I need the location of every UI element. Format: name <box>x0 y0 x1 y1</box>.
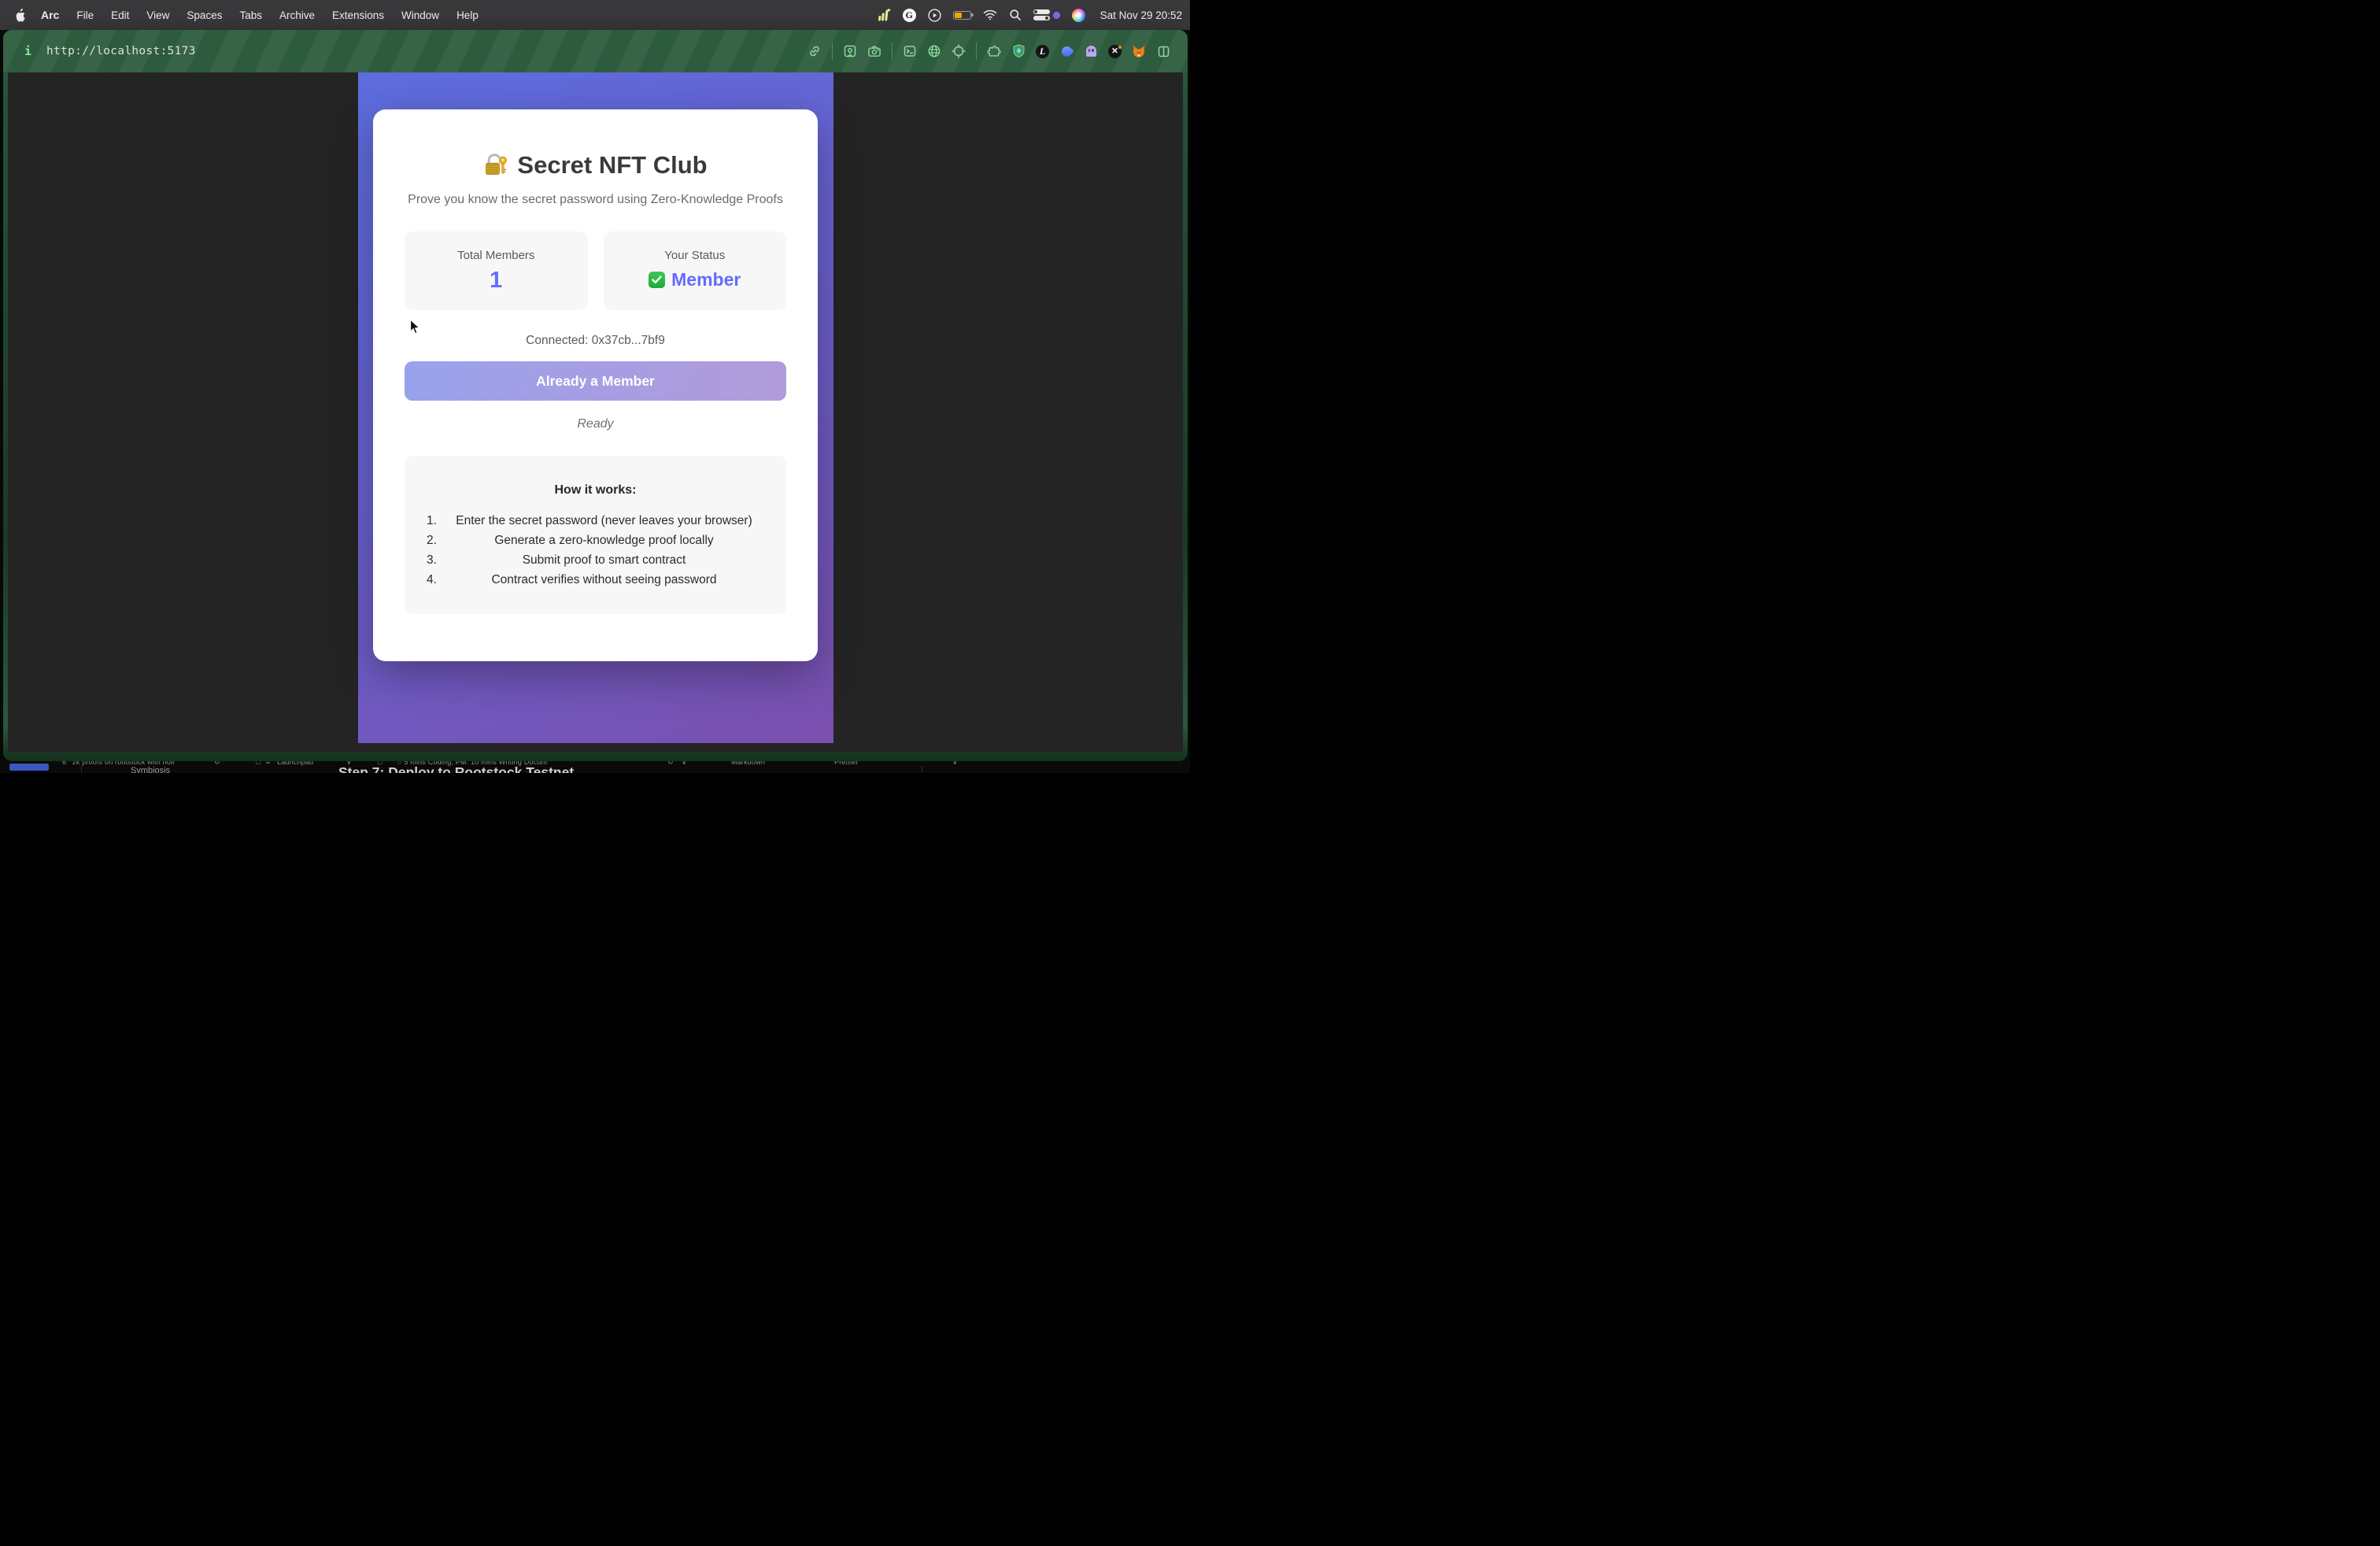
menu-item-arc[interactable]: Arc <box>32 9 68 21</box>
background-doc-heading: Step 7: Deploy to Rootstock Testnet <box>338 764 574 773</box>
toolbar-fragment: Launchpad <box>277 761 313 766</box>
toolbar-fragment: ∨ <box>682 761 687 767</box>
background-toolbar-row: 6 zk proofs on rootstock with noir ↻ □ ≡… <box>0 761 1190 767</box>
menu-item-extensions[interactable]: Extensions <box>323 9 393 21</box>
globe-icon[interactable] <box>927 44 941 58</box>
green-check-icon <box>649 272 665 288</box>
menu-bar-clock[interactable]: Sat Nov 29 20:52 <box>1100 9 1182 21</box>
menu-item-archive[interactable]: Archive <box>271 9 323 21</box>
adguard-shield-icon[interactable] <box>1011 44 1026 58</box>
step-text: Contract verifies without seeing passwor… <box>445 572 786 587</box>
step-text: Submit proof to smart contract <box>445 553 786 568</box>
mouse-cursor <box>409 319 421 335</box>
background-pane-label: Symbiosis <box>131 766 170 773</box>
background-editor-window[interactable]: 6 zk proofs on rootstock with noir ↻ □ ≡… <box>0 761 1190 773</box>
page-viewport: Secret NFT Club Prove you know the secre… <box>8 72 1183 753</box>
toolbar-divider <box>832 43 833 60</box>
browser-toolbar: L ✕ <box>808 43 1170 60</box>
menu-item-edit[interactable]: Edit <box>102 9 138 21</box>
toolbar-fragment: Markdown <box>731 761 765 766</box>
battery-icon[interactable] <box>953 11 971 20</box>
menu-item-help[interactable]: Help <box>448 9 487 21</box>
toolbar-divider <box>976 43 977 60</box>
page-title: Secret NFT Club <box>373 109 818 179</box>
toolbar-fragment: ∨ <box>952 761 958 767</box>
toolbar-fragment: □ <box>256 761 261 766</box>
how-it-works-box: How it works: 1. Enter the secret passwo… <box>405 456 786 614</box>
terminal-icon[interactable] <box>903 44 917 58</box>
step-text: Enter the secret password (never leaves … <box>445 513 786 528</box>
toolbar-fragment: ↻ <box>214 761 220 767</box>
menu-item-window[interactable]: Window <box>393 9 448 21</box>
total-members-value: 1 <box>405 268 588 293</box>
locked-with-key-icon <box>483 153 508 178</box>
how-it-works-title: How it works: <box>405 456 786 497</box>
macos-menu-bar: Arc File Edit View Spaces Tabs Archive E… <box>0 0 1190 30</box>
target-icon[interactable] <box>952 44 966 58</box>
apple-logo-icon[interactable] <box>14 8 26 22</box>
ghostery-icon[interactable] <box>1084 44 1098 58</box>
menu-item-spaces[interactable]: Spaces <box>178 9 231 21</box>
metamask-fox-icon[interactable] <box>1132 44 1146 58</box>
step-text: Generate a zero-knowledge proof locally <box>445 533 786 548</box>
page-title-text: Secret NFT Club <box>517 150 707 179</box>
total-members-box: Total Members 1 <box>405 231 588 310</box>
status-text: Ready <box>373 417 818 431</box>
step-number: 2. <box>405 533 445 548</box>
menu-item-view[interactable]: View <box>138 9 178 21</box>
media-play-icon[interactable] <box>928 9 941 22</box>
total-members-label: Total Members <box>405 231 588 262</box>
your-status-box: Your Status Member <box>604 231 787 310</box>
how-step-4: 4. Contract verifies without seeing pass… <box>405 572 786 587</box>
loom-icon[interactable]: L <box>1036 45 1049 58</box>
toolbar-fragment: 6 <box>62 761 66 766</box>
split-view-icon[interactable] <box>1156 44 1170 58</box>
extensions-puzzle-icon[interactable] <box>987 44 1001 58</box>
notification-dot <box>1053 12 1060 19</box>
menu-item-file[interactable]: File <box>68 9 102 21</box>
toolbar-fragment: ≡ <box>266 761 270 766</box>
siri-icon[interactable] <box>1072 9 1085 22</box>
wifi-icon[interactable] <box>983 9 997 20</box>
how-step-3: 3. Submit proof to smart contract <box>405 553 786 568</box>
link-icon[interactable] <box>808 44 822 58</box>
toolbar-divider <box>892 43 893 60</box>
how-step-2: 2. Generate a zero-knowledge proof local… <box>405 533 786 548</box>
step-number: 3. <box>405 553 445 568</box>
stats-row: Total Members 1 Your Status Member <box>405 231 786 310</box>
image-icon[interactable] <box>843 44 857 58</box>
step-number: 1. <box>405 513 445 528</box>
your-status-value: Member <box>671 269 741 290</box>
grammarly-icon[interactable]: G <box>903 9 916 22</box>
arc-browser-window: i http://localhost:5173 <box>3 30 1188 761</box>
how-step-1: 1. Enter the secret password (never leav… <box>405 513 786 528</box>
control-center-icon[interactable] <box>1033 9 1060 20</box>
browser-header: i http://localhost:5173 <box>3 30 1188 72</box>
toolbar-fragment: ↻ <box>667 761 674 767</box>
site-info-icon[interactable]: i <box>24 44 31 58</box>
your-status-label: Your Status <box>604 231 787 262</box>
step-number: 4. <box>405 572 445 587</box>
connected-address: Connected: 0x37cb...7bf9 <box>373 334 818 348</box>
screen: Arc File Edit View Spaces Tabs Archive E… <box>0 0 1190 773</box>
already-member-button[interactable]: Already a Member <box>405 361 786 401</box>
secret-nft-club-card: Secret NFT Club Prove you know the secre… <box>373 109 818 661</box>
gradient-background: Secret NFT Club Prove you know the secre… <box>358 72 833 743</box>
activity-stats-icon[interactable] <box>877 9 891 21</box>
page-subtitle: Prove you know the secret password using… <box>373 193 818 207</box>
camera-icon[interactable] <box>867 44 881 58</box>
pane-divider <box>81 766 82 773</box>
toolbar-fragment: Prettier <box>834 761 859 766</box>
menu-item-tabs[interactable]: Tabs <box>231 9 271 21</box>
spotlight-search-icon[interactable] <box>1009 9 1022 21</box>
url-bar[interactable]: http://localhost:5173 <box>46 45 196 57</box>
bluebird-icon[interactable] <box>1059 44 1074 58</box>
x-app-icon[interactable]: ✕ <box>1108 45 1122 58</box>
